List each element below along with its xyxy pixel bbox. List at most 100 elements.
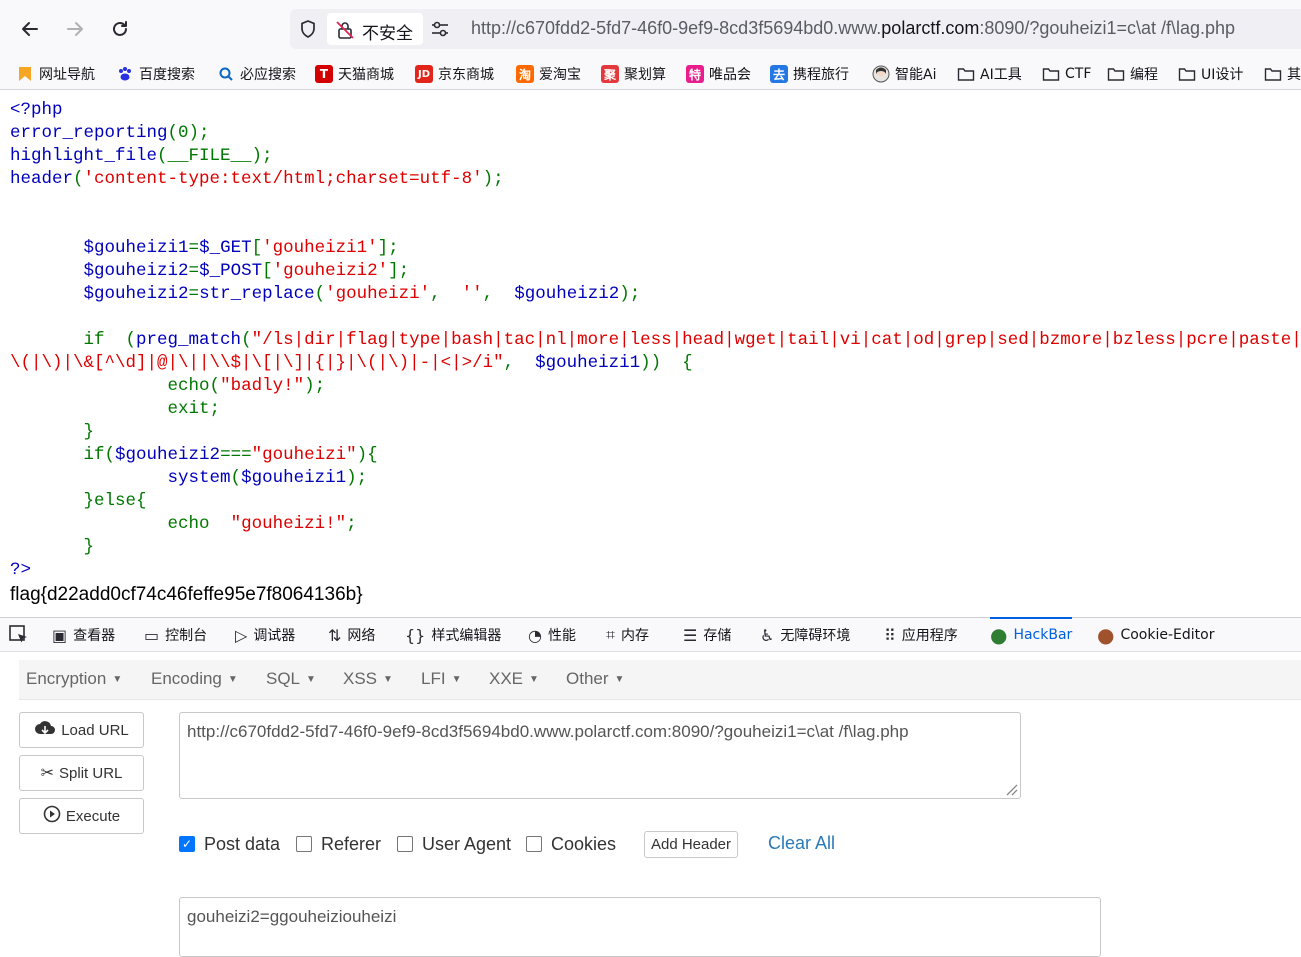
devtools-tab[interactable]: ● HackBar: [990, 617, 1073, 651]
bookmark-item[interactable]: 网址导航: [16, 62, 95, 86]
hackbar-menu-sql[interactable]: SQL ▼: [266, 669, 316, 689]
code-line-4: header('content-type:text/html;charset=u…: [10, 169, 504, 189]
user-agent-option[interactable]: User Agent: [397, 832, 511, 856]
php-source-code: <?php error_reporting(0); highlight_file…: [10, 99, 1301, 582]
user-agent-checkbox[interactable]: [397, 836, 413, 852]
post-data-textarea[interactable]: gouheizi2=ggouheiziouheizi: [179, 897, 1101, 957]
bookmark-item[interactable]: 聚聚划算: [601, 62, 666, 86]
code-line-15: if($gouheizi2==="gouheizi"){: [83, 445, 378, 465]
performance-icon: ◔: [528, 625, 542, 645]
baidu-paw-icon: [116, 65, 134, 83]
browser-toolbar: 不安全 http://c670fdd2-5fd7-46f0-9ef9-8cd3f…: [0, 0, 1301, 58]
hackbar-url-textarea[interactable]: http://c670fdd2-5fd7-46f0-9ef9-8cd3f5694…: [179, 712, 1021, 799]
cloud-download-icon: [34, 720, 56, 741]
bookmark-item[interactable]: 其: [1264, 62, 1301, 86]
bookmark-label: 京东商城: [438, 67, 494, 83]
bookmark-item[interactable]: 必应搜索: [217, 62, 296, 86]
devtools-tab[interactable]: ▭ 控制台: [144, 618, 207, 652]
bookmark-item[interactable]: 特唯品会: [686, 62, 751, 86]
devtools-tab[interactable]: ▣ 查看器: [52, 618, 115, 652]
hackbar-menu-xxe[interactable]: XXE ▼: [489, 669, 539, 689]
php-close-tag: ?>: [10, 560, 32, 580]
bookmark-item[interactable]: 智能Ai: [872, 62, 936, 86]
resize-grip-icon[interactable]: [1002, 780, 1018, 796]
devtools-tab[interactable]: ⠿ 应用程序: [884, 618, 958, 652]
bookmark-label: 编程: [1130, 67, 1158, 83]
ctrip-icon: 去: [770, 65, 788, 83]
code-line-17: }else{: [10, 491, 147, 511]
referer-option[interactable]: Referer: [296, 832, 381, 856]
cookies-option[interactable]: Cookies: [526, 832, 616, 856]
scissors-icon: ✂: [40, 765, 55, 782]
bookmark-item[interactable]: 百度搜索: [116, 62, 195, 86]
caret-down-icon: ▼: [227, 674, 238, 686]
address-bar[interactable]: 不安全 http://c670fdd2-5fd7-46f0-9ef9-8cd3f…: [290, 9, 1301, 49]
post-data-checkbox[interactable]: ✓: [179, 836, 195, 852]
hackbar-menu-encoding[interactable]: Encoding ▼: [151, 669, 238, 689]
user-agent-label: User Agent: [422, 833, 512, 854]
devtools-tab-bar: ▣ 查看器 ▭ 控制台 ▷ 调试器 ⇅ 网络 {} 样式编辑器 ◔ 性能 ⌗ 内存 ☰ 存储 ♿ 无障碍环境 ⠿ 应用…: [0, 617, 1301, 652]
tracking-shield-icon[interactable]: [298, 19, 318, 39]
bookmark-item[interactable]: T 天猫商城: [315, 62, 394, 86]
bookmark-item[interactable]: 淘爱淘宝: [516, 62, 581, 86]
post-data-value: gouheizi2=ggouheiziouheizi: [187, 907, 397, 926]
permissions-icon[interactable]: [430, 20, 450, 38]
bookmark-item[interactable]: AI工具: [957, 62, 1022, 86]
referer-checkbox[interactable]: [296, 836, 312, 852]
devtools-tab[interactable]: ● Cookie-Editor: [1097, 618, 1214, 652]
cookies-checkbox[interactable]: [526, 836, 542, 852]
caret-down-icon: ▼: [614, 674, 625, 686]
bookmark-item[interactable]: 编程: [1107, 62, 1158, 86]
element-picker-icon: [9, 625, 27, 643]
devtools-tab-label: 性能: [547, 628, 576, 644]
forward-button[interactable]: [60, 14, 90, 44]
bookmark-item[interactable]: UI设计: [1178, 62, 1243, 86]
element-picker-button[interactable]: [8, 618, 30, 652]
debugger-icon: ▷: [235, 625, 248, 645]
devtools-tab[interactable]: ♿ 无障碍环境: [760, 618, 850, 652]
bookmark-item[interactable]: JD 京东商城: [415, 62, 494, 86]
execute-button[interactable]: Execute: [19, 798, 144, 834]
code-line-7: $gouheizi2=$_POST['gouheizi2'];: [83, 261, 410, 281]
code-line-10: if (preg_match("/ls|dir|flag|type|bash|t…: [83, 330, 1301, 350]
code-line-2: error_reporting(0);: [10, 123, 210, 143]
folder-icon: [1042, 65, 1060, 83]
jd-icon: JD: [415, 65, 433, 83]
network-icon: ⇅: [328, 625, 342, 645]
split-url-button[interactable]: ✂ Split URL: [19, 755, 144, 791]
console-icon: ▭: [144, 625, 160, 645]
folder-icon: [957, 65, 975, 83]
accessibility-icon: ♿: [760, 625, 775, 645]
devtools-tab[interactable]: {} 样式编辑器: [405, 618, 501, 652]
flag-output: flag{d22add0cf74c46feffe95e7f8064136b}: [10, 584, 363, 605]
devtools-tab[interactable]: ⌗ 内存: [606, 618, 649, 652]
load-url-button[interactable]: Load URL: [19, 712, 144, 748]
devtools-tab[interactable]: ▷ 调试器: [235, 618, 295, 652]
devtools-tab[interactable]: ⇅ 网络: [328, 618, 375, 652]
post-data-option[interactable]: ✓ Post data: [179, 832, 280, 856]
devtools-tab-label: 存储: [703, 628, 732, 644]
url-text[interactable]: http://c670fdd2-5fd7-46f0-9ef9-8cd3f5694…: [471, 18, 1235, 39]
bookmark-label: 爱淘宝: [539, 67, 581, 83]
hackbar-menu-other[interactable]: Other ▼: [566, 669, 624, 689]
devtools-tab-label: 内存: [621, 628, 650, 644]
hackbar-menu-encryption[interactable]: Encryption ▼: [26, 669, 122, 689]
hackbar-menu-label: LFI: [421, 669, 446, 688]
cookie-icon: ●: [1097, 623, 1115, 647]
hackbar-menu-lfi[interactable]: LFI ▼: [421, 669, 461, 689]
bookmark-label: 唯品会: [709, 67, 751, 83]
add-header-button[interactable]: Add Header: [644, 831, 738, 858]
site-security-chip[interactable]: 不安全: [327, 13, 423, 45]
bookmark-item[interactable]: 去携程旅行: [770, 62, 849, 86]
taobao-icon: 淘: [516, 65, 534, 83]
clear-all-link[interactable]: Clear All: [768, 833, 835, 854]
execute-label: Execute: [65, 807, 121, 825]
reload-button[interactable]: [105, 14, 135, 44]
folder-icon: [1107, 65, 1125, 83]
devtools-tab[interactable]: ◔ 性能: [528, 618, 576, 652]
devtools-tab[interactable]: ☰ 存储: [683, 618, 731, 652]
back-button[interactable]: [15, 14, 45, 44]
hackbar-menu-xss[interactable]: XSS ▼: [343, 669, 393, 689]
bookmark-item[interactable]: CTF: [1042, 62, 1091, 86]
juhuasuan-icon: 聚: [601, 65, 619, 83]
